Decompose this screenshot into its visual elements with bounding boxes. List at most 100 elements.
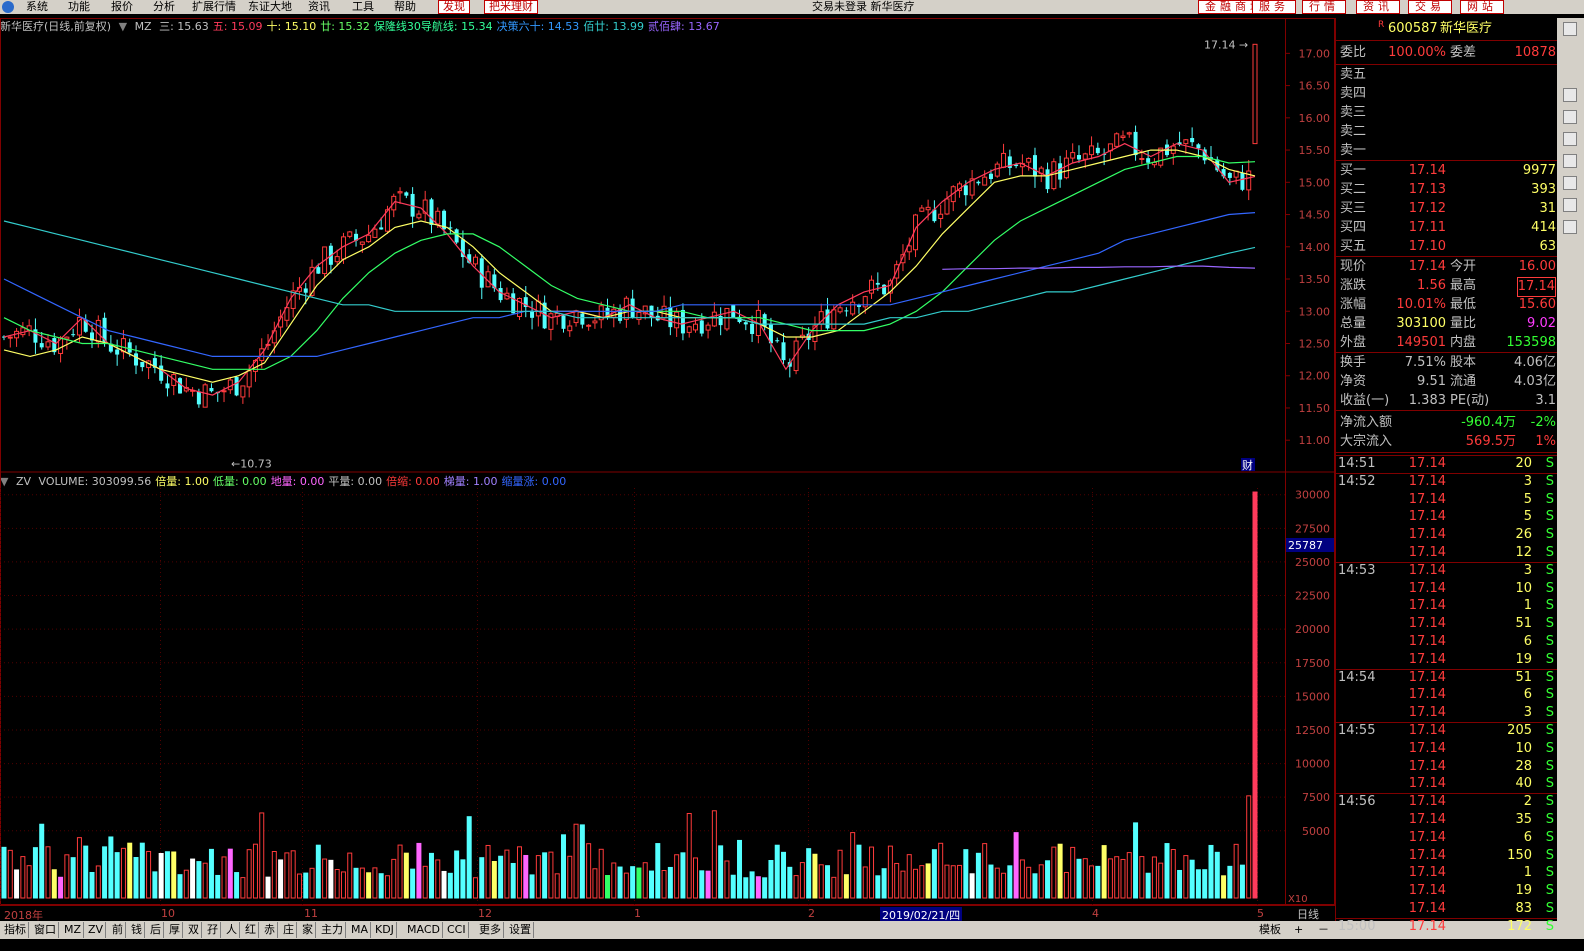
- tick-row: 17.14 83 S: [1336, 900, 1558, 918]
- volume-bar: [14, 869, 20, 899]
- tab-厚[interactable]: 厚: [167, 922, 183, 938]
- tab-人[interactable]: 人: [224, 922, 240, 938]
- tab-后[interactable]: 后: [148, 922, 164, 938]
- volume-bar: [957, 864, 963, 899]
- chart-area[interactable]: 新华医疗(日线,前复权) ▼ MZ 三: 15.63 五: 15.09 十: 15.…: [0, 18, 1335, 905]
- volume-bar: [592, 868, 598, 899]
- tick-volume: 19: [1515, 651, 1532, 667]
- toolbar-icon[interactable]: [1563, 22, 1577, 36]
- candle-up: [661, 305, 667, 319]
- tab-ZV[interactable]: ZV: [86, 922, 107, 938]
- buy-volume: 393: [1531, 182, 1556, 197]
- volume-bar: [83, 845, 89, 899]
- toolbar-icon[interactable]: [1563, 132, 1577, 146]
- volume-bar: [793, 875, 799, 899]
- volume-bar: [1158, 862, 1164, 899]
- tick-side: S: [1545, 865, 1554, 881]
- menu-tools[interactable]: 工具: [352, 0, 374, 14]
- price-tick-label: 13.00: [1299, 305, 1331, 318]
- tab-更多[interactable]: 更多: [477, 922, 504, 938]
- tab-MA[interactable]: MA: [349, 922, 372, 938]
- volume-bar: [762, 877, 768, 899]
- btn-news[interactable]: 资讯: [1356, 0, 1400, 14]
- tab-指标[interactable]: 指标: [2, 922, 29, 938]
- volume-bar: [655, 843, 661, 899]
- tab-双[interactable]: 双: [186, 922, 202, 938]
- sell-level-row: 卖一: [1336, 142, 1558, 160]
- volume-bar: [26, 865, 32, 899]
- tab-红[interactable]: 红: [243, 922, 259, 938]
- remove-window-button[interactable]: －: [1318, 922, 1329, 938]
- volume-bar: [114, 852, 120, 899]
- flow-percent: -2%: [1530, 415, 1556, 430]
- menu-discover[interactable]: 发现: [438, 0, 470, 14]
- app-logo-icon: [2, 1, 14, 13]
- menu-news[interactable]: 资讯: [308, 0, 330, 14]
- quote-stat-row: 收益(一) 1.383 PE(动) 3.1: [1336, 392, 1558, 410]
- menu-system[interactable]: 系统: [26, 0, 48, 14]
- tick-side: S: [1545, 473, 1554, 489]
- btn-service[interactable]: 服务: [1252, 0, 1296, 14]
- tick-side: S: [1545, 883, 1554, 899]
- volume-bar: [485, 844, 491, 899]
- btn-market[interactable]: 行情: [1302, 0, 1346, 14]
- volume-bar: [1082, 858, 1088, 899]
- volume-bar: [240, 877, 246, 899]
- tick-volume: 51: [1515, 669, 1532, 685]
- tab-前[interactable]: 前: [110, 922, 126, 938]
- toolbar-icon[interactable]: [1563, 176, 1577, 190]
- tab-家[interactable]: 家: [300, 922, 316, 938]
- tab-窗口[interactable]: 窗口: [32, 922, 59, 938]
- volume-bar: [1133, 822, 1139, 899]
- menu-analysis[interactable]: 分析: [153, 0, 175, 14]
- period-label[interactable]: 日线: [1297, 906, 1319, 922]
- date-label: 11: [304, 907, 318, 920]
- sell-level-row: 卖四: [1336, 85, 1558, 103]
- menu-function[interactable]: 功能: [68, 0, 90, 14]
- tab-CCI[interactable]: CCI: [445, 922, 469, 938]
- btn-website[interactable]: 网站: [1460, 0, 1504, 14]
- volume-bar: [542, 852, 548, 899]
- tick-price: 17.14: [1408, 758, 1446, 774]
- tab-孖[interactable]: 孖: [205, 922, 221, 938]
- tab-MZ[interactable]: MZ: [62, 922, 85, 938]
- candle-up: [850, 301, 856, 315]
- btn-trade[interactable]: 交易: [1408, 0, 1452, 14]
- tab-主力[interactable]: 主力: [319, 922, 346, 938]
- toolbar-icon[interactable]: [1563, 110, 1577, 124]
- toolbar-icon[interactable]: [1563, 220, 1577, 234]
- candle-up: [1001, 152, 1007, 168]
- buy-volume: 63: [1539, 239, 1556, 254]
- candle-down: [963, 185, 968, 196]
- tab-庄[interactable]: 庄: [281, 922, 297, 938]
- menu-dongzheng[interactable]: 东证大地: [248, 0, 292, 14]
- volume-bar: [1183, 855, 1189, 899]
- toolbar-icon[interactable]: [1563, 198, 1577, 212]
- toolbar-icon[interactable]: [1563, 88, 1577, 102]
- volume-bar: [906, 854, 912, 899]
- stat-value: 10.01%: [1396, 297, 1446, 312]
- tab-MACD[interactable]: MACD: [405, 922, 443, 938]
- tab-赤[interactable]: 赤: [262, 922, 278, 938]
- volume-bar: [410, 868, 416, 899]
- menu-extended-market[interactable]: 扩展行情: [192, 0, 236, 14]
- tick-volume: 20: [1515, 456, 1532, 471]
- menu-bami-finance[interactable]: 把米理财: [484, 0, 538, 14]
- candle-up: [711, 311, 717, 327]
- candle-down: [379, 227, 384, 230]
- volume-bar: [202, 862, 208, 899]
- kline-chart-svg[interactable]: 17.00 16.50 16.00 15.50 15.00 14.50 14.00 13.50…: [0, 18, 1335, 905]
- volume-bar: [1095, 865, 1101, 899]
- menu-quote[interactable]: 报价: [111, 0, 133, 14]
- menu-help[interactable]: 帮助: [394, 0, 416, 14]
- tab-钱[interactable]: 钱: [129, 922, 145, 938]
- add-window-button[interactable]: +: [1294, 922, 1303, 938]
- tick-volume: 6: [1523, 829, 1532, 845]
- tab-设置[interactable]: 设置: [507, 922, 534, 938]
- toolbar-icon[interactable]: [1563, 154, 1577, 168]
- tab-KDJ[interactable]: KDJ: [373, 922, 397, 938]
- template-button[interactable]: 模板: [1259, 922, 1281, 938]
- volume-bar: [384, 875, 390, 899]
- tick-time: 14:51: [1338, 456, 1376, 471]
- candle-down: [976, 181, 981, 184]
